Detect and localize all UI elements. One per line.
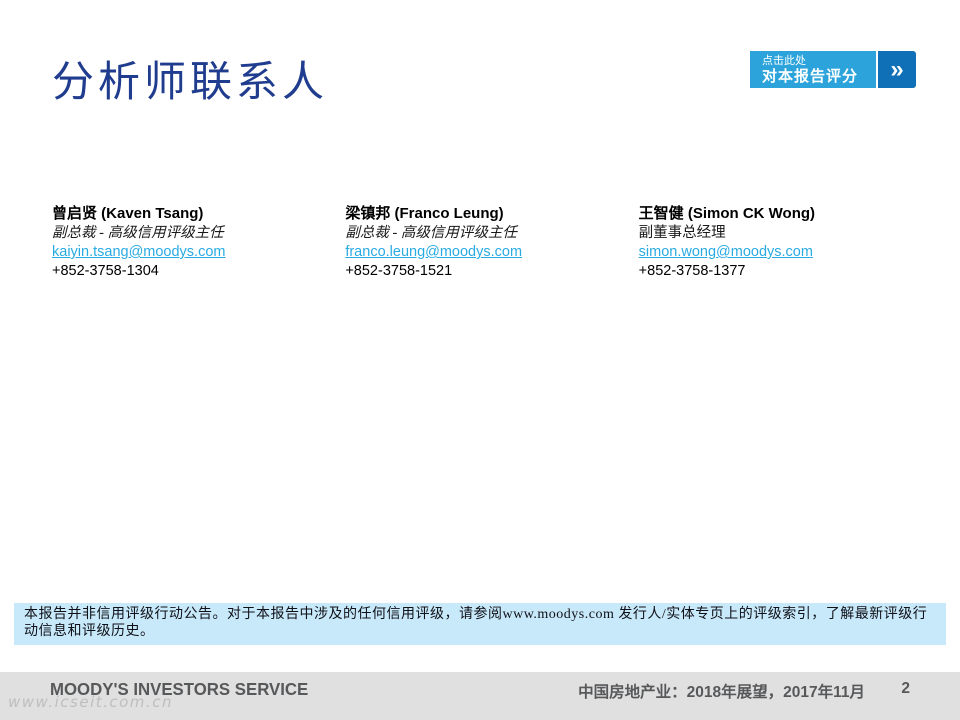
analyst-card-3: 王智健 (Simon CK Wong) 副董事总经理 simon.wong@mo… [639, 204, 932, 281]
analyst-role: 副总裁 - 高级信用评级主任 [52, 225, 224, 241]
analyst-email-link[interactable]: kaiyin.tsang@moodys.com [52, 243, 225, 262]
footer-report-title: 中国房地产业：2018年展望，2017年11月 [578, 684, 865, 701]
analyst-phone: +852-3758-1521 [345, 263, 453, 279]
analyst-email-link[interactable]: simon.wong@moodys.com [639, 243, 813, 262]
watermark-text: www.icseit.com.cn [8, 693, 173, 711]
analyst-email-link[interactable]: franco.leung@moodys.com [345, 243, 522, 262]
analyst-phone: +852-3758-1304 [52, 263, 159, 279]
analyst-phone: +852-3758-1377 [638, 263, 746, 279]
analyst-contacts: 曾启贤 (Kaven Tsang) 副总裁 - 高级信用评级主任 kaiyin.… [52, 204, 932, 281]
analyst-role: 副董事总经理 [638, 225, 726, 241]
rate-report-button[interactable]: 点击此处 对本报告评分 » [750, 51, 916, 88]
analyst-card-2: 梁镇邦 (Franco Leung) 副总裁 - 高级信用评级主任 franco… [345, 204, 638, 281]
rate-button-line2: 对本报告评分 [762, 68, 859, 86]
page-number: 2 [901, 680, 910, 697]
analyst-name: 王智健 (Simon CK Wong) [638, 205, 816, 222]
analyst-name: 梁镇邦 (Franco Leung) [345, 205, 504, 222]
analyst-role: 副总裁 - 高级信用评级主任 [345, 225, 517, 241]
page-title: 分析师联系人 [52, 60, 329, 106]
rate-report-button-label: 点击此处 对本报告评分 [750, 51, 876, 88]
double-chevron-right-icon: » [878, 51, 916, 88]
analyst-card-1: 曾启贤 (Kaven Tsang) 副总裁 - 高级信用评级主任 kaiyin.… [52, 204, 345, 281]
disclaimer-banner: 本报告并非信用评级行动公告。对于本报告中涉及的任何信用评级，请参阅www.moo… [14, 603, 946, 645]
slide: 分析师联系人 点击此处 对本报告评分 » 曾启贤 (Kaven Tsang) 副… [0, 0, 960, 720]
analyst-name: 曾启贤 (Kaven Tsang) [52, 205, 204, 222]
rate-button-line1: 点击此处 [762, 55, 806, 67]
